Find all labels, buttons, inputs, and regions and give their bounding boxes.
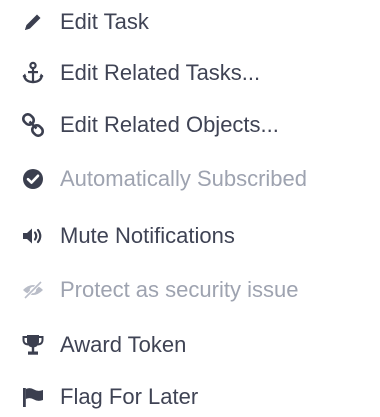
task-actions-menu: Edit Task Edit Related Tasks... Edit Rel… [0, 0, 380, 414]
protect-security-issue-item: Protect as security issue [0, 270, 380, 310]
edit-task-item[interactable]: Edit Task [0, 2, 380, 42]
pencil-icon [20, 9, 46, 35]
link-icon [20, 112, 46, 138]
mute-notifications-item[interactable]: Mute Notifications [0, 216, 380, 256]
edit-related-tasks-item[interactable]: Edit Related Tasks... [0, 53, 380, 93]
automatically-subscribed-item: Automatically Subscribed [0, 159, 380, 199]
automatically-subscribed-label: Automatically Subscribed [60, 166, 308, 191]
edit-related-objects-item[interactable]: Edit Related Objects... [0, 105, 380, 145]
flag-for-later-label: Flag For Later [60, 384, 199, 409]
flag-for-later-item[interactable]: Flag For Later [0, 377, 380, 417]
edit-related-tasks-label: Edit Related Tasks... [60, 60, 261, 85]
check-circle-icon [20, 166, 46, 192]
edit-task-label: Edit Task [60, 9, 149, 34]
anchor-icon [20, 60, 46, 86]
flag-icon [20, 384, 46, 410]
volume-icon [20, 223, 46, 249]
award-token-label: Award Token [60, 332, 187, 357]
mute-notifications-label: Mute Notifications [60, 223, 235, 248]
edit-related-objects-label: Edit Related Objects... [60, 112, 279, 137]
eye-slash-icon [20, 277, 46, 303]
trophy-icon [20, 332, 46, 358]
award-token-item[interactable]: Award Token [0, 325, 380, 365]
protect-security-issue-label: Protect as security issue [60, 277, 299, 302]
